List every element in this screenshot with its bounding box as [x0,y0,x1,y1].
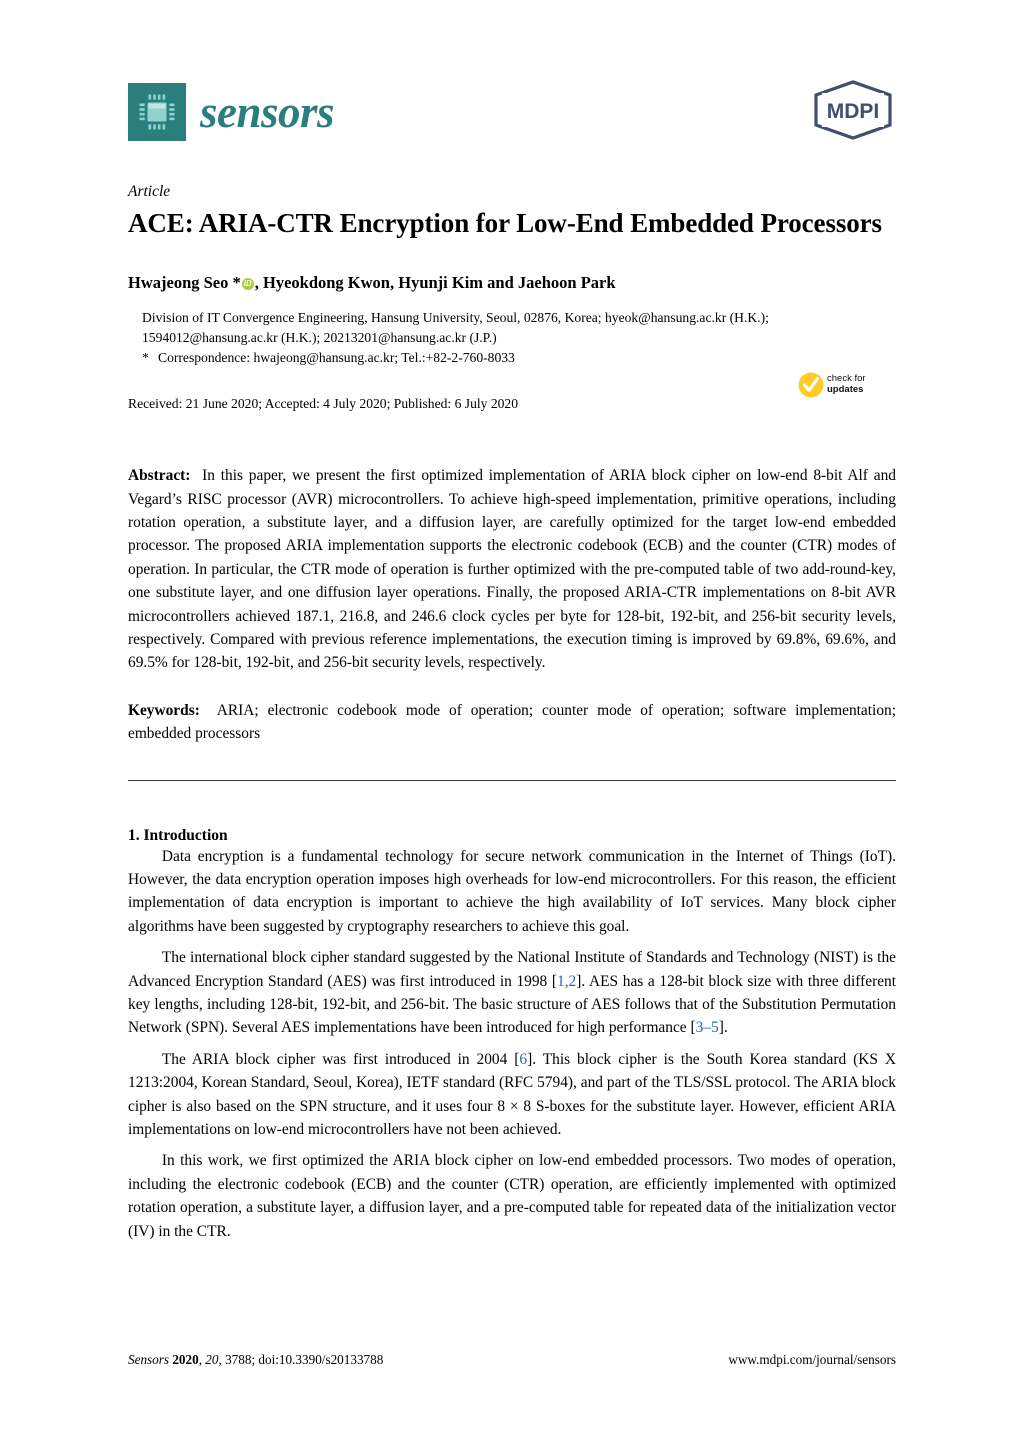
keywords-label: Keywords: [128,701,200,719]
crossmark-line2: updates [827,384,864,396]
journal-title: sensors [200,86,335,137]
publication-dates-row: Received: 21 June 2020; Accepted: 4 July… [128,372,896,438]
footer-journal: Sensors [128,1352,170,1367]
keywords: Keywords: ARIA; electronic codebook mode… [128,699,896,746]
paragraph-text: The ARIA block cipher was first introduc… [161,1050,520,1068]
author-primary: Hwajeong Seo * [128,273,241,293]
body-paragraph: In this work, we first optimized the ARI… [128,1149,896,1243]
divider [128,779,896,781]
section-paragraphs: Data encryption is a fundamental technol… [128,845,896,1244]
paper-page: sensors MDPI Article ACE: ARIA-CTR Encry… [0,0,1020,1442]
body-paragraph: The ARIA block cipher was first introduc… [128,1048,896,1142]
microchip-icon [128,83,186,141]
footer-year: 2020 [172,1352,199,1367]
citation-link[interactable]: 3–5 [696,1019,719,1036]
page-footer: Sensors 2020, 20, 3788; doi:10.3390/s201… [128,1352,896,1368]
footer-citation: Sensors 2020, 20, 3788; doi:10.3390/s201… [128,1352,384,1367]
footer-doi: , 3788; doi:10.3390/s20133788 [218,1352,384,1367]
author-list: Hwajeong Seo * iD, Hyeokdong Kwon, Hyunji… [128,272,896,293]
correspondence-line: * Correspondence: hwajeong@hansung.ac.kr… [142,348,896,368]
publication-dates: Received: 21 June 2020; Accepted: 4 July… [128,396,519,412]
page-title: ACE: ARIA-CTR Encryption for Low-End Emb… [128,207,882,238]
correspondence-marker: * [142,350,149,365]
abstract-text: In this paper, we present the first opti… [128,467,896,672]
abstract: Abstract: In this paper, we present the … [128,464,896,675]
journal-masthead: sensors MDPI [128,80,896,183]
body-sections: 1. Introduction Data encryption is a fun… [128,827,896,1244]
footer-url[interactable]: www.mdpi.com/journal/sensors [728,1352,896,1368]
orcid-icon[interactable]: iD [241,278,254,291]
check-for-updates-badge[interactable]: check for updates [798,372,898,398]
journal-logo[interactable]: sensors [128,83,335,141]
citation-link[interactable]: 1,2 [557,973,576,990]
body-paragraph: The international block cipher standard … [128,946,896,1040]
citation-link[interactable]: 6 [519,1051,527,1068]
mdpi-wordmark: MDPI [827,100,880,123]
article-type-label: Article [128,183,171,200]
mdpi-logo[interactable]: MDPI [810,79,896,141]
check-for-updates-text: check for updates [827,373,866,396]
page-content: sensors MDPI Article ACE: ARIA-CTR Encry… [128,0,896,1243]
section-heading: 1. Introduction [128,826,228,844]
abstract-label: Abstract: [128,467,191,485]
author-others: , Hyeokdong Kwon, Hyunji Kim and Jaehoon… [254,273,616,293]
paragraph-text: In this work, we first optimized the ARI… [128,1152,896,1240]
correspondence-text: Correspondence: hwajeong@hansung.ac.kr; … [158,350,515,365]
body-paragraph: Data encryption is a fundamental technol… [128,845,896,939]
check-mark-icon [798,372,824,398]
paragraph-text: Data encryption is a fundamental technol… [128,847,896,935]
paragraph-text: ]. [718,1019,728,1037]
affiliation: Division of IT Convergence Engineering, … [142,309,769,345]
keywords-text: ARIA; electronic codebook mode of operat… [128,701,896,743]
footer-volume: 20 [205,1352,219,1367]
